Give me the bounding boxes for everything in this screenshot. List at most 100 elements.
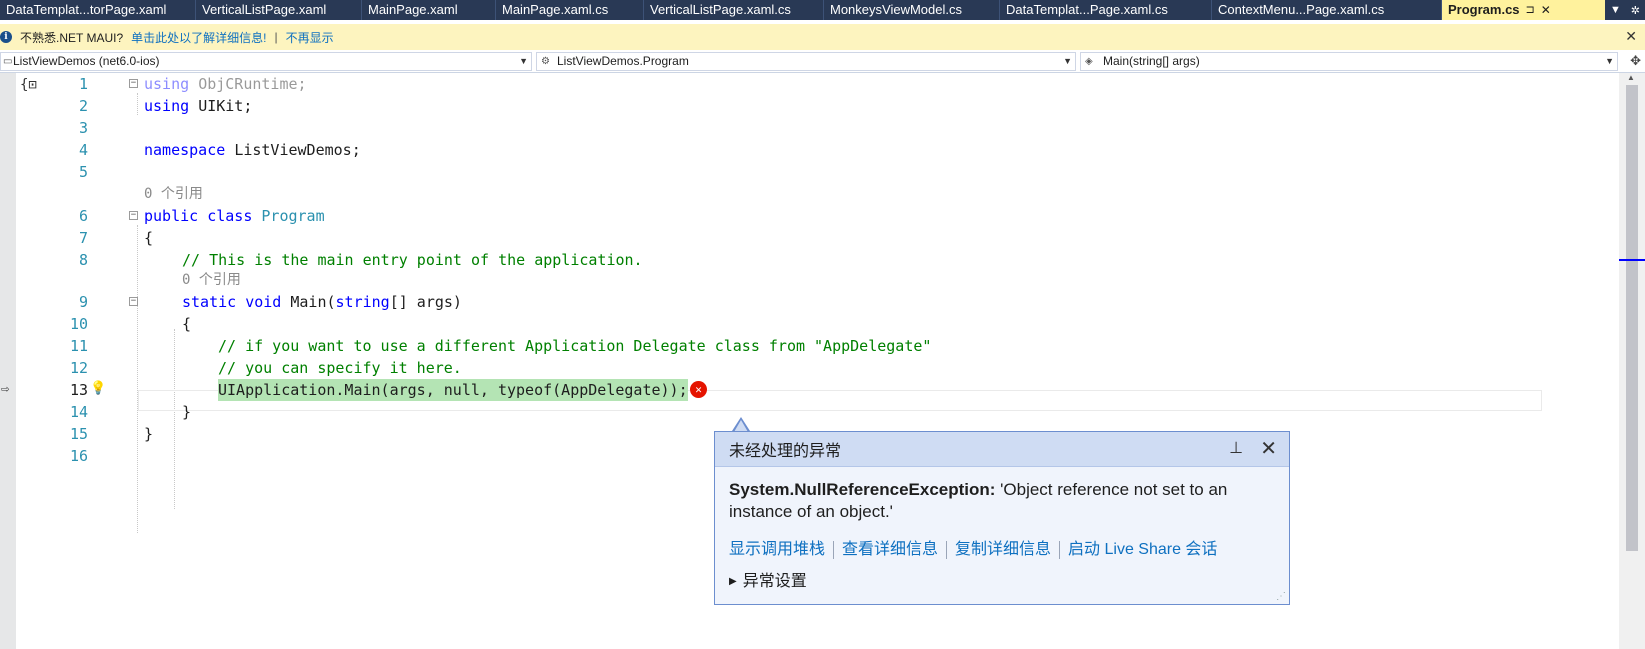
tab-label: MainPage.xaml — [368, 2, 458, 17]
error-icon[interactable]: ✕ — [690, 381, 707, 398]
tab-datatemplateselectorpage-xaml[interactable]: DataTemplat...torPage.xaml — [0, 0, 196, 20]
line-number: 7 — [78, 229, 88, 247]
keyword-string: string — [335, 293, 390, 311]
info-bar: i 不熟悉.NET MAUI? 单击此处以了解详细信息! | 不再显示 ✕ — [0, 24, 1645, 50]
tab-mainpage-xaml[interactable]: MainPage.xaml — [362, 0, 496, 20]
tab-verticallistpage-xaml[interactable]: VerticalListPage.xaml — [196, 0, 362, 20]
code-line: 3 — [0, 117, 1620, 139]
line-number: 12 — [69, 359, 88, 377]
codelens-references[interactable]: 0 个引用 — [182, 270, 241, 290]
learn-more-link[interactable]: 单击此处以了解详细信息! — [131, 29, 266, 46]
line-number: 4 — [78, 141, 88, 159]
line-number: 8 — [78, 251, 88, 269]
scroll-up-icon[interactable]: ▲ — [1627, 73, 1635, 82]
code-line: 2 using UIKit; — [0, 95, 1620, 117]
line-number: 16 — [69, 447, 88, 465]
collapse-icon[interactable]: − — [129, 211, 138, 220]
tab-datatemplatepage-xaml-cs[interactable]: DataTemplat...Page.xaml.cs — [1000, 0, 1212, 20]
code-line: 10 { — [0, 313, 1620, 335]
dont-show-again-link[interactable]: 不再显示 — [286, 29, 334, 46]
collapse-icon[interactable]: − — [129, 297, 138, 306]
exception-helper-popup: 未经处理的异常 ⊥ ✕ System.NullReferenceExceptio… — [714, 431, 1290, 605]
codelens-references[interactable]: 0 个引用 — [144, 184, 203, 204]
exception-statement: UIApplication.Main(args, null, typeof(Ap… — [218, 379, 688, 401]
namespace-name: UIKit; — [198, 97, 253, 115]
pin-icon[interactable]: ⊥ — [1229, 438, 1243, 458]
method-params: [] args) — [389, 293, 462, 311]
tab-list-dropdown-icon[interactable]: ▼ — [1610, 4, 1621, 16]
collapse-icon[interactable]: − — [129, 79, 138, 88]
class-name: Program — [261, 207, 325, 225]
lightbulb-icon[interactable]: 💡 — [90, 381, 106, 397]
close-icon[interactable]: ✕ — [1625, 28, 1637, 45]
tab-verticallistpage-xaml-cs[interactable]: VerticalListPage.xaml.cs — [644, 0, 824, 20]
line-number: 5 — [78, 163, 88, 181]
exception-settings-toggle[interactable]: ▶ 异常设置 — [729, 571, 1275, 593]
expand-triangle-icon: ▶ — [729, 576, 737, 587]
line-number: 10 — [69, 315, 88, 333]
show-call-stack-link[interactable]: 显示调用堆栈 — [729, 539, 825, 561]
project-icon: ▭ — [3, 56, 13, 67]
project-dropdown-label: ListViewDemos (net6.0-ios) — [13, 54, 160, 68]
line-number: 14 — [69, 403, 88, 421]
exception-message-block: System.NullReferenceException: 'Object r… — [729, 479, 1275, 523]
tab-program-cs[interactable]: Program.cs ⊐ ✕ — [1442, 0, 1605, 20]
tab-mainpage-xaml-cs[interactable]: MainPage.xaml.cs — [496, 0, 644, 20]
code-line: 4 namespace ListViewDemos; — [0, 139, 1620, 161]
code-line: 8 // This is the main entry point of the… — [0, 249, 1620, 271]
namespace-name: ListViewDemos; — [234, 141, 361, 159]
tab-contextmenupage-xaml-cs[interactable]: ContextMenu...Page.xaml.cs — [1212, 0, 1442, 20]
code-line: 1 − using ObjCRuntime; — [0, 73, 1620, 95]
close-brace: } — [144, 425, 154, 443]
line-number: 2 — [78, 97, 88, 115]
keyword-using: using — [144, 75, 190, 93]
info-separator: | — [274, 30, 278, 44]
tab-label: DataTemplat...torPage.xaml — [6, 2, 167, 17]
tab-strip-tools: ▼ ✲ — [1605, 0, 1645, 20]
line-number: 9 — [78, 293, 88, 311]
code-line: 11 // if you want to use a different App… — [0, 335, 1620, 357]
chevron-down-icon: ▼ — [1605, 56, 1614, 66]
keyword-public-class: public class — [144, 207, 253, 225]
code-line: 14 } — [0, 401, 1620, 423]
tab-label: Program.cs — [1448, 2, 1520, 17]
line-number: 1 — [78, 75, 88, 93]
type-dropdown[interactable]: ⚙ ListViewDemos.Program ▼ — [536, 52, 1076, 71]
member-dropdown[interactable]: ◈ Main(string[] args) ▼ — [1080, 52, 1618, 71]
class-icon: ⚙ — [541, 56, 550, 67]
chevron-down-icon: ▼ — [519, 56, 528, 66]
settings-gear-icon[interactable]: ✲ — [1631, 4, 1640, 17]
project-dropdown[interactable]: ▭ ListViewDemos (net6.0-ios) ▼ — [0, 52, 532, 71]
info-icon: i — [0, 31, 12, 43]
info-message: 不熟悉.NET MAUI? — [20, 30, 124, 45]
close-icon[interactable]: ✕ — [1260, 436, 1277, 461]
exception-settings-label: 异常设置 — [742, 573, 807, 590]
method-icon: ◈ — [1085, 56, 1093, 67]
scrollbar-position-marker — [1619, 259, 1645, 261]
type-dropdown-label: ListViewDemos.Program — [557, 54, 689, 68]
exception-title: 未经处理的异常 — [729, 443, 842, 460]
scrollbar-thumb[interactable] — [1626, 85, 1638, 551]
code-comment: // if you want to use a different Applic… — [218, 337, 932, 355]
open-brace: { — [182, 315, 192, 333]
tab-label: VerticalListPage.xaml — [202, 2, 327, 17]
start-live-share-link[interactable]: 启动 Live Share 会话 — [1068, 539, 1217, 561]
split-window-icon[interactable]: ✥ — [1630, 53, 1641, 69]
close-tab-icon[interactable]: ✕ — [1541, 0, 1551, 20]
line-number: 13 — [69, 381, 88, 399]
vertical-scrollbar[interactable]: ▲ — [1619, 73, 1645, 649]
pin-tab-icon[interactable]: ⊐ — [1526, 0, 1535, 20]
exception-header: 未经处理的异常 ⊥ ✕ — [715, 432, 1289, 467]
line-number: 6 — [78, 207, 88, 225]
resize-grip-icon[interactable]: ⋰ — [1276, 591, 1286, 602]
open-brace: { — [144, 229, 154, 247]
copy-details-link[interactable]: 复制详细信息 — [955, 539, 1051, 561]
line-number: 11 — [69, 337, 88, 355]
tab-monkeysviewmodel-cs[interactable]: MonkeysViewModel.cs — [824, 0, 1000, 20]
view-details-link[interactable]: 查看详细信息 — [842, 539, 938, 561]
tab-label: VerticalListPage.xaml.cs — [650, 2, 791, 17]
keyword-static-void: static void — [182, 293, 282, 311]
document-tab-strip: DataTemplat...torPage.xaml VerticalListP… — [0, 0, 1645, 20]
code-line: 9 − static void Main(string[] args) — [0, 291, 1620, 313]
exception-actions: 显示调用堆栈 查看详细信息 复制详细信息 启动 Live Share 会话 — [729, 539, 1275, 561]
